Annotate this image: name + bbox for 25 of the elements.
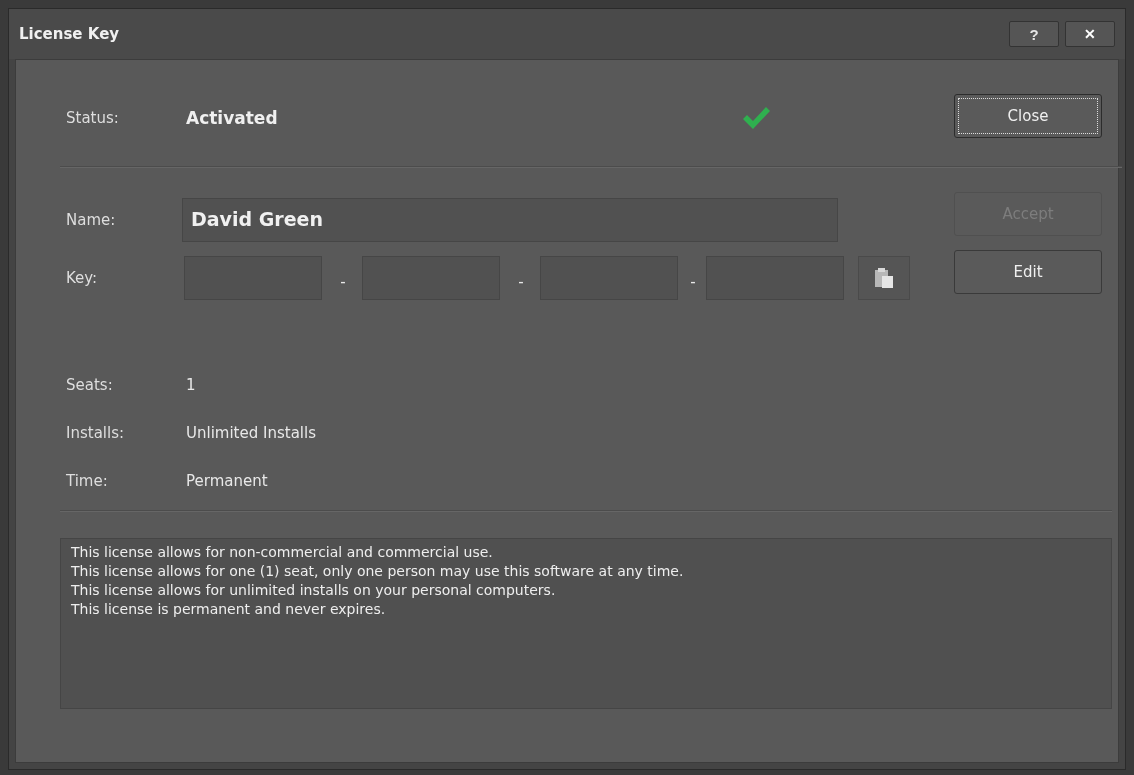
name-field[interactable]: David Green [182, 198, 838, 242]
terms-line: This license allows for unlimited installs on your personal computers. [71, 581, 557, 600]
detail-value: Permanent [186, 472, 268, 490]
clipboard-icon [874, 267, 894, 289]
detail-value: 1 [186, 376, 196, 394]
name-label: Name: [65, 211, 117, 229]
terms-line: This license allows for non-commercial and commercial use. [71, 543, 494, 562]
detail-label: Seats: [65, 376, 114, 394]
help-button[interactable]: ? [1009, 21, 1059, 47]
detail-label: Time: [65, 472, 109, 490]
key-label: Key: [65, 269, 99, 287]
terms-line: This license is permanent and never expires. [71, 600, 387, 619]
dialog-button[interactable]: Edit [954, 250, 1102, 294]
key-separator: - [517, 272, 525, 291]
key-separator: - [689, 272, 697, 291]
status-value: Activated [186, 108, 279, 128]
detail-label: Installs: [65, 424, 126, 442]
terms-line: This license allows for one (1) seat, only one person may use this software at any time. [71, 562, 685, 581]
close-button[interactable]: ✕ [1065, 21, 1115, 47]
key-separator: - [339, 272, 347, 291]
status-label: Status: [65, 109, 120, 127]
dialog-button[interactable]: Close [954, 94, 1102, 138]
detail-value: Unlimited Installs [186, 424, 316, 442]
paste-button[interactable] [858, 256, 910, 300]
window-title: License Key [19, 25, 120, 43]
